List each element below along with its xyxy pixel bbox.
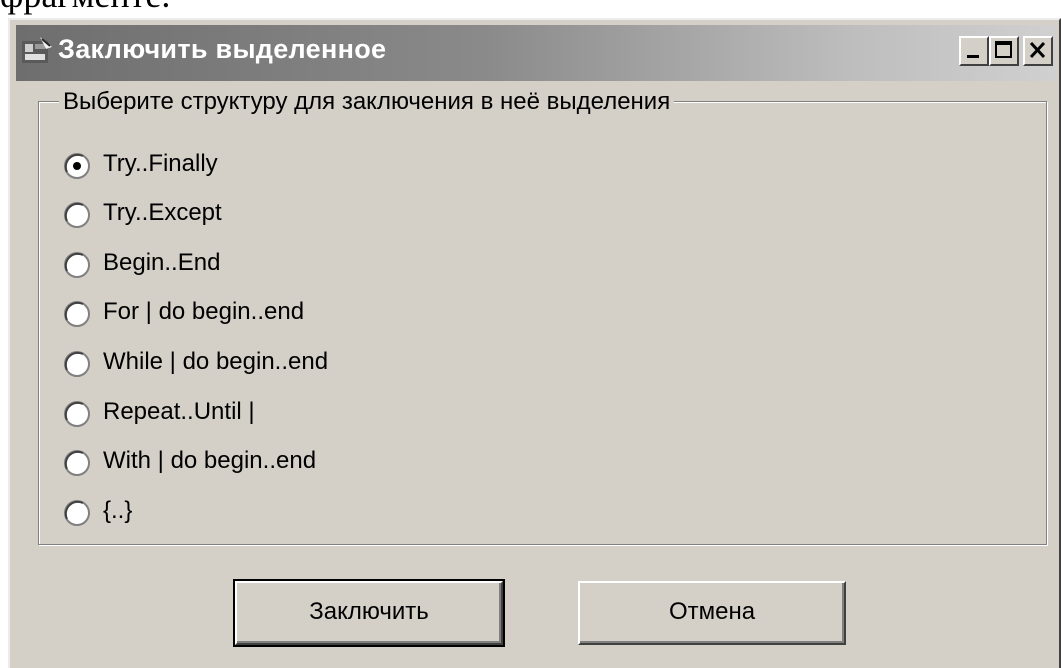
radio-unselected-icon[interactable] xyxy=(63,350,91,378)
radio-unselected-icon[interactable] xyxy=(63,400,91,428)
radio-unselected-icon[interactable] xyxy=(63,449,91,477)
radio-label: Begin..End xyxy=(103,249,221,276)
radio-unselected-icon[interactable] xyxy=(63,251,91,279)
radio-label: {..} xyxy=(103,497,133,524)
radio-unselected-icon[interactable] xyxy=(63,499,91,527)
title-bar[interactable]: Заключить выделенное xyxy=(16,25,1055,81)
minimize-button[interactable] xyxy=(959,36,989,66)
radio-unselected-icon[interactable] xyxy=(63,201,91,229)
radio-selected-icon[interactable] xyxy=(63,152,91,180)
enclose-button[interactable]: Заключить xyxy=(233,579,505,647)
structure-groupbox: Выберите структуру для заключения в неё … xyxy=(38,88,1047,545)
radio-label: With | do begin..end xyxy=(103,447,317,474)
groupbox-legend: Выберите структуру для заключения в неё … xyxy=(59,88,675,116)
close-button[interactable] xyxy=(1023,36,1053,66)
radio-label: Try..Finally xyxy=(103,150,218,177)
minimize-icon xyxy=(967,55,979,58)
radio-label: For | do begin..end xyxy=(103,298,305,325)
close-icon xyxy=(1029,41,1046,59)
dialog-window: Заключить выделенное Выберите структуру … xyxy=(8,18,1061,668)
app-icon xyxy=(22,37,52,63)
window-title: Заключить выделенное xyxy=(58,34,387,64)
radio-label: Try..Except xyxy=(103,199,222,226)
maximize-icon xyxy=(995,41,1012,58)
radio-label: While | do begin..end xyxy=(103,348,329,375)
radio-label: Repeat..Until | xyxy=(103,398,255,425)
radio-unselected-icon[interactable] xyxy=(63,300,91,328)
document-text-fragment: фрагменте. xyxy=(0,0,170,16)
maximize-button[interactable] xyxy=(989,36,1019,66)
cancel-button[interactable]: Отмена xyxy=(578,581,846,645)
